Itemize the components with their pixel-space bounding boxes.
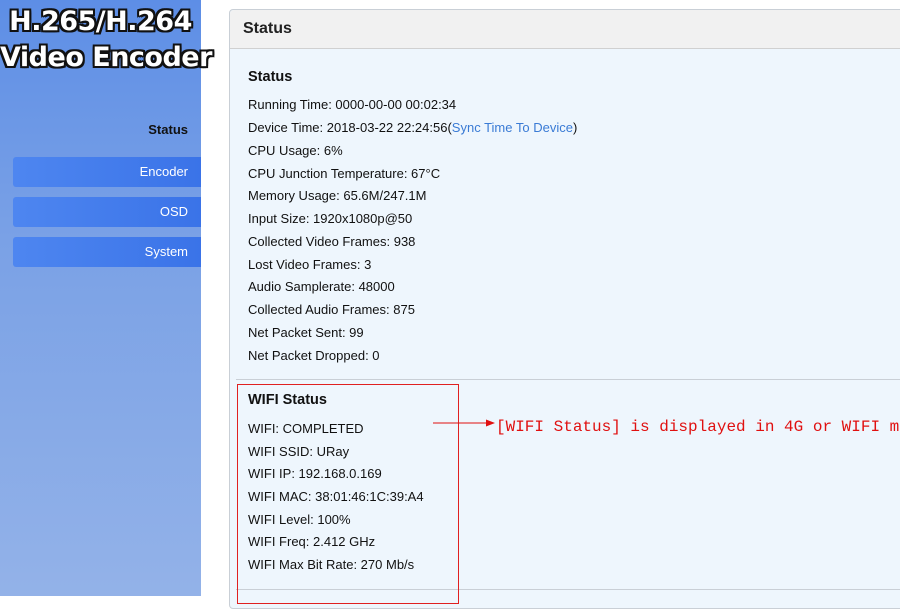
wifi-highlight-box: [237, 384, 459, 604]
memory-usage: Memory Usage: 65.6M/247.1M: [248, 188, 427, 203]
input-size: Input Size: 1920x1080p@50: [248, 211, 413, 226]
status-heading: Status: [248, 69, 293, 85]
sidebar-item-encoder[interactable]: Encoder: [13, 157, 201, 187]
sidebar-item-osd[interactable]: OSD: [13, 197, 201, 227]
annotation-text: [WIFI Status] is displayed in 4G or WIFI…: [496, 418, 900, 436]
sync-time-link[interactable]: Sync Time To Device: [452, 120, 573, 135]
cpu-usage: CPU Usage: 6%: [248, 143, 343, 158]
panel-title: Status: [230, 10, 900, 49]
device-time-close: ): [572, 120, 578, 135]
lost-video-frames: Lost Video Frames: 3: [248, 257, 372, 272]
sidebar: H.265/H.264 Video Encoder Status Encoder…: [0, 0, 212, 596]
collected-audio-frames: Collected Audio Frames: 875: [248, 302, 415, 317]
collected-video-frames: Collected Video Frames: 938: [248, 234, 416, 249]
running-time: Running Time: 0000-00-00 00:02:34: [248, 97, 457, 112]
sidebar-item-status[interactable]: Status: [148, 122, 188, 137]
net-packet-dropped: Net Packet Dropped: 0: [248, 348, 380, 363]
sidebar-item-system[interactable]: System: [13, 237, 201, 267]
device-time: Device Time: 2018-03-22 22:24:56(: [248, 120, 452, 135]
logo-line-1: H.265/H.264: [9, 6, 192, 37]
section-divider: [236, 379, 900, 380]
cpu-temperature: CPU Junction Temperature: 67°C: [248, 166, 441, 181]
annotation-arrow-icon: [433, 419, 495, 427]
device-time-row: Device Time: 2018-03-22 22:24:56(Sync Ti…: [248, 120, 577, 135]
audio-samplerate: Audio Samplerate: 48000: [248, 279, 395, 294]
net-packet-sent: Net Packet Sent: 99: [248, 325, 364, 340]
logo: H.265/H.264 Video Encoder: [0, 4, 212, 76]
logo-line-2: Video Encoder: [0, 42, 212, 73]
